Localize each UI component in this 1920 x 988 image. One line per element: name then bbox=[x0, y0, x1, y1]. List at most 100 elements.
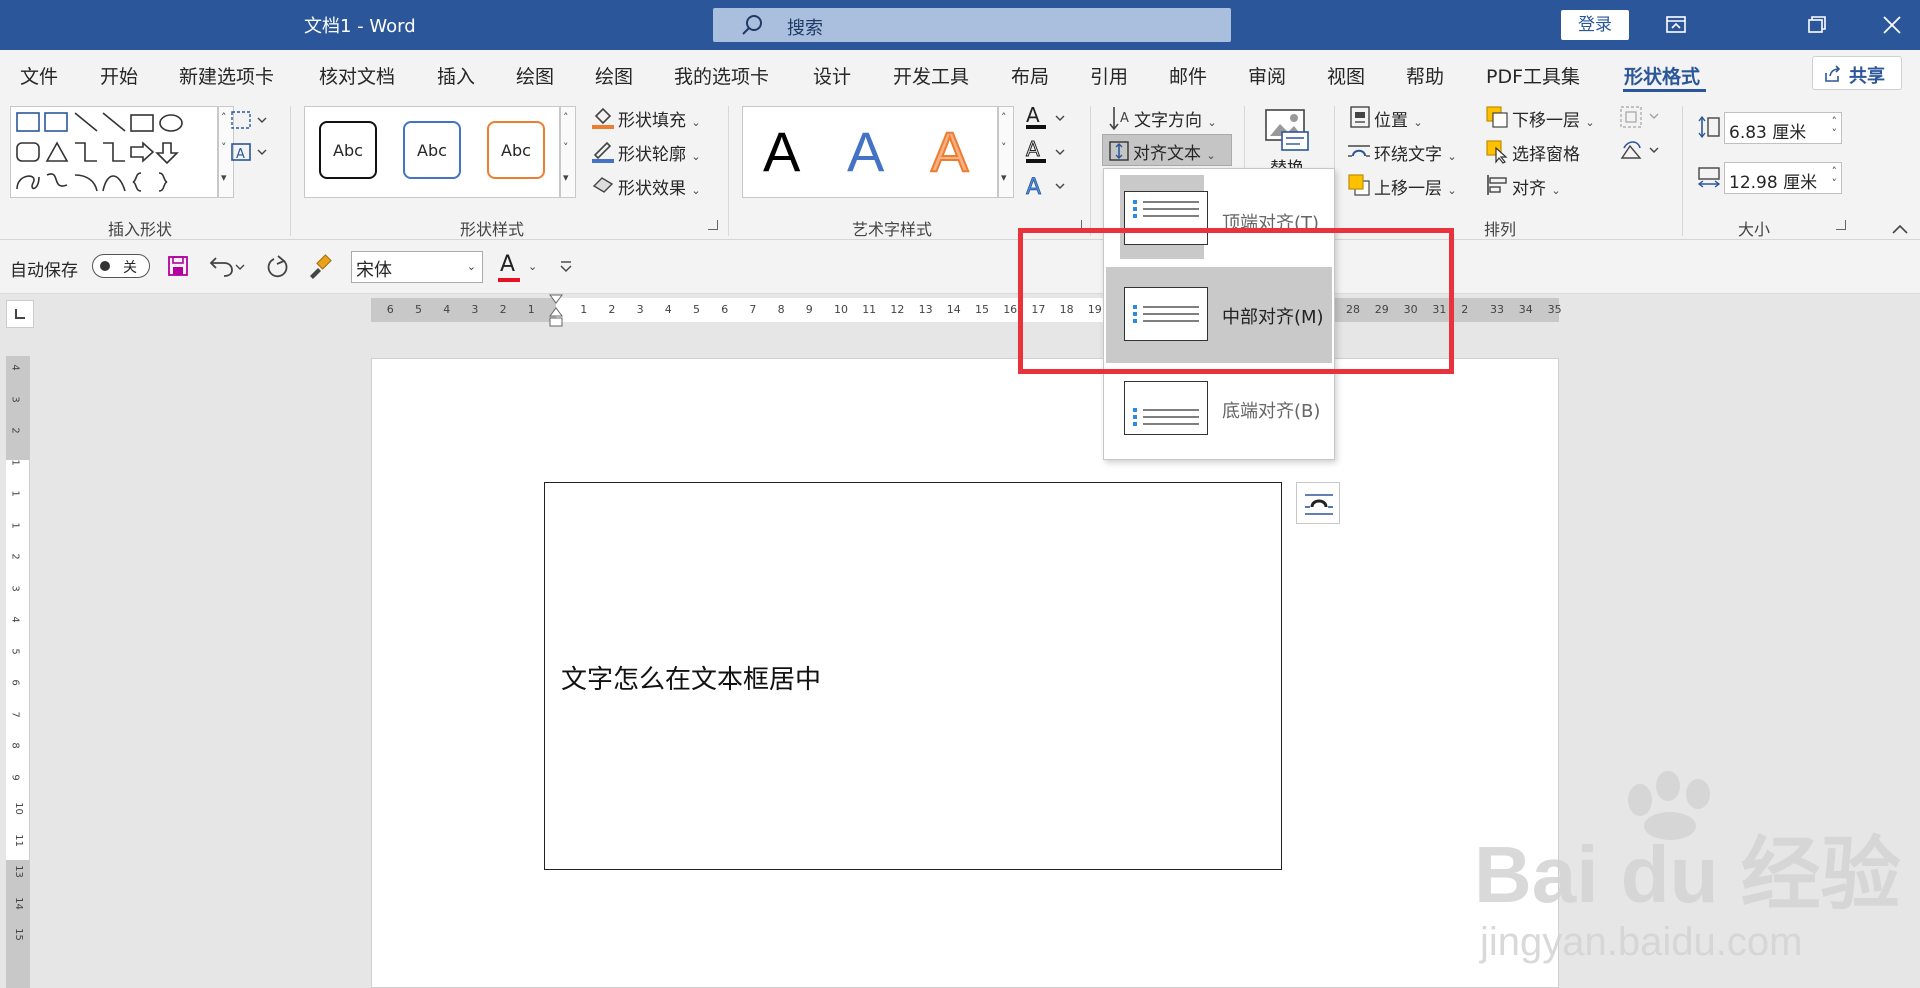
menu-item-bottom-align[interactable]: 底端对齐(B) bbox=[1106, 361, 1332, 457]
tab-mailings[interactable]: 邮件 bbox=[1169, 62, 1207, 89]
shape-fill-button[interactable]: 形状填充 ⌄ bbox=[618, 106, 701, 131]
restore-icon[interactable] bbox=[1796, 10, 1836, 40]
vertical-ruler-ticks: 4 3 2 1 1 1 2 3 4 5 6 7 8 9 10 11 13 14 15 bbox=[6, 356, 30, 988]
ruler-tick-label: 3 bbox=[9, 584, 21, 592]
window-title: 文档1 - Word bbox=[304, 16, 416, 37]
wrap-text-button[interactable]: 环绕文字 ⌄ bbox=[1374, 140, 1457, 165]
login-button[interactable]: 登录 bbox=[1561, 10, 1629, 40]
position-button[interactable]: 位置 ⌄ bbox=[1374, 106, 1423, 131]
chevron-down-icon[interactable]: ⌄ bbox=[467, 260, 476, 273]
font-color-letter: A bbox=[500, 252, 516, 277]
text-box-icon[interactable]: A bbox=[228, 140, 268, 164]
search-box[interactable]: 搜索 bbox=[713, 8, 1231, 42]
ruler-tick-label: 13 bbox=[918, 303, 933, 316]
text-box[interactable]: 文字怎么在文本框居中 bbox=[544, 482, 1282, 870]
align-objects-icon[interactable] bbox=[1484, 172, 1510, 198]
shape-fill-icon[interactable] bbox=[590, 104, 616, 130]
shape-outline-button[interactable]: 形状轮廓 ⌄ bbox=[618, 140, 701, 165]
redo-icon[interactable] bbox=[264, 253, 292, 281]
position-icon[interactable] bbox=[1348, 104, 1372, 130]
shape-effects-button[interactable]: 形状效果 ⌄ bbox=[618, 174, 701, 199]
tab-review[interactable]: 审阅 bbox=[1248, 62, 1286, 89]
spin-down-icon[interactable]: ˅ bbox=[1832, 177, 1838, 190]
spin-down-icon[interactable]: ˅ bbox=[1832, 127, 1838, 140]
size-launcher-icon[interactable] bbox=[1836, 220, 1846, 230]
shape-outline-icon[interactable] bbox=[590, 138, 616, 164]
align-objects-button[interactable]: 对齐 ⌄ bbox=[1512, 174, 1561, 199]
send-backward-button[interactable]: 下移一层 ⌄ bbox=[1512, 106, 1595, 131]
shapes-gallery[interactable] bbox=[10, 106, 218, 198]
format-painter-icon[interactable] bbox=[306, 252, 334, 280]
chevron-down-icon[interactable]: ⌄ bbox=[528, 260, 537, 273]
edit-shape-icon[interactable] bbox=[228, 108, 268, 132]
bring-forward-icon[interactable] bbox=[1346, 172, 1372, 198]
layout-options-button[interactable] bbox=[1296, 482, 1340, 524]
ruler-tick-label: 5 bbox=[693, 303, 700, 316]
text-fill-icon[interactable]: A bbox=[1024, 104, 1068, 132]
tab-draw[interactable]: 绘图 bbox=[516, 62, 554, 89]
tab-review-doc[interactable]: 核对文档 bbox=[319, 62, 395, 89]
undo-icon[interactable] bbox=[206, 253, 246, 279]
tab-draw-2[interactable]: 绘图 bbox=[595, 62, 633, 89]
shape-width-input[interactable]: 12.98 厘米 ˄ ˅ bbox=[1724, 162, 1842, 194]
shape-effects-icon[interactable] bbox=[590, 172, 616, 198]
indent-marker-icon[interactable] bbox=[549, 294, 563, 332]
shape-height-input[interactable]: 6.83 厘米 ˄ ˅ bbox=[1724, 112, 1842, 144]
ribbon: ˄ ˅ ▾ A 插入形状 Abc Abc Abc ˄ ˅ ▾ 形状填充 ⌄ 形状… bbox=[0, 98, 1920, 240]
tab-view[interactable]: 视图 bbox=[1327, 62, 1365, 89]
tab-home[interactable]: 开始 bbox=[100, 62, 138, 89]
selection-pane-button[interactable]: 选择窗格 bbox=[1512, 140, 1580, 165]
tab-layout[interactable]: 布局 bbox=[1011, 62, 1049, 89]
bring-forward-button[interactable]: 上移一层 ⌄ bbox=[1374, 174, 1457, 199]
share-button[interactable]: 共享 bbox=[1812, 56, 1902, 90]
customize-qat-icon[interactable] bbox=[558, 258, 574, 274]
shape-styles-gallery[interactable]: Abc Abc Abc bbox=[304, 106, 560, 198]
tab-file[interactable]: 文件 bbox=[20, 62, 58, 89]
text-direction-icon[interactable]: A bbox=[1108, 104, 1132, 132]
text-box-content[interactable]: 文字怎么在文本框居中 bbox=[561, 659, 821, 696]
tab-pdf-tools[interactable]: PDF工具集 bbox=[1486, 62, 1580, 89]
group-separator bbox=[1090, 106, 1091, 236]
tab-references[interactable]: 引用 bbox=[1090, 62, 1128, 89]
send-backward-icon[interactable] bbox=[1484, 104, 1510, 130]
ruler-tick-label: 11 bbox=[862, 303, 877, 316]
wordart-scroll[interactable]: ˄ ˅ ▾ bbox=[998, 106, 1014, 198]
save-icon[interactable] bbox=[166, 254, 190, 278]
tab-shape-format[interactable]: 形状格式 bbox=[1624, 62, 1700, 89]
group-objects-icon[interactable] bbox=[1618, 104, 1662, 130]
tab-developer[interactable]: 开发工具 bbox=[893, 62, 969, 89]
shape-styles-launcher-icon[interactable] bbox=[708, 220, 718, 230]
ribbon-display-options-icon[interactable] bbox=[1656, 10, 1696, 40]
font-name-select[interactable]: 宋体 ⌄ bbox=[351, 251, 483, 283]
rotate-icon[interactable] bbox=[1618, 138, 1662, 164]
wordart-orange[interactable]: A bbox=[930, 119, 969, 184]
tab-design[interactable]: 设计 bbox=[813, 62, 851, 89]
shape-style-blue[interactable]: Abc bbox=[403, 121, 461, 179]
tab-new-tab[interactable]: 新建选项卡 bbox=[179, 62, 274, 89]
group-separator bbox=[1682, 106, 1683, 236]
autosave-toggle[interactable]: 关 bbox=[92, 254, 150, 278]
wordart-black[interactable]: A bbox=[763, 119, 800, 184]
ruler-tick-label: 9 bbox=[805, 303, 813, 316]
align-text-button[interactable]: 对齐文本 ⌄ bbox=[1102, 134, 1232, 166]
selection-pane-icon[interactable] bbox=[1484, 138, 1510, 164]
tab-insert[interactable]: 插入 bbox=[437, 62, 475, 89]
close-icon[interactable] bbox=[1872, 10, 1912, 40]
wrap-text-icon[interactable] bbox=[1346, 138, 1372, 164]
replace-picture-icon[interactable] bbox=[1264, 108, 1310, 152]
shape-style-orange[interactable]: Abc bbox=[487, 121, 545, 179]
tab-my-tab[interactable]: 我的选项卡 bbox=[674, 62, 769, 89]
ruler-tick-label: 10 bbox=[12, 802, 24, 815]
group-label-size: 大小 bbox=[1738, 220, 1771, 239]
ruler-tick-label: 35 bbox=[1547, 303, 1562, 316]
tab-help[interactable]: 帮助 bbox=[1406, 62, 1444, 89]
tab-selector[interactable] bbox=[6, 300, 34, 328]
shape-style-black[interactable]: Abc bbox=[319, 121, 377, 179]
shape-styles-scroll[interactable]: ˄ ˅ ▾ bbox=[560, 106, 576, 198]
wordart-blue[interactable]: A bbox=[847, 119, 884, 184]
wordart-gallery[interactable]: A A A bbox=[742, 106, 998, 198]
text-outline-icon[interactable]: A bbox=[1024, 138, 1068, 166]
collapse-ribbon-icon[interactable] bbox=[1890, 222, 1910, 236]
text-effects-icon[interactable]: A bbox=[1024, 172, 1068, 200]
text-direction-button[interactable]: 文字方向 ⌄ bbox=[1134, 106, 1217, 131]
